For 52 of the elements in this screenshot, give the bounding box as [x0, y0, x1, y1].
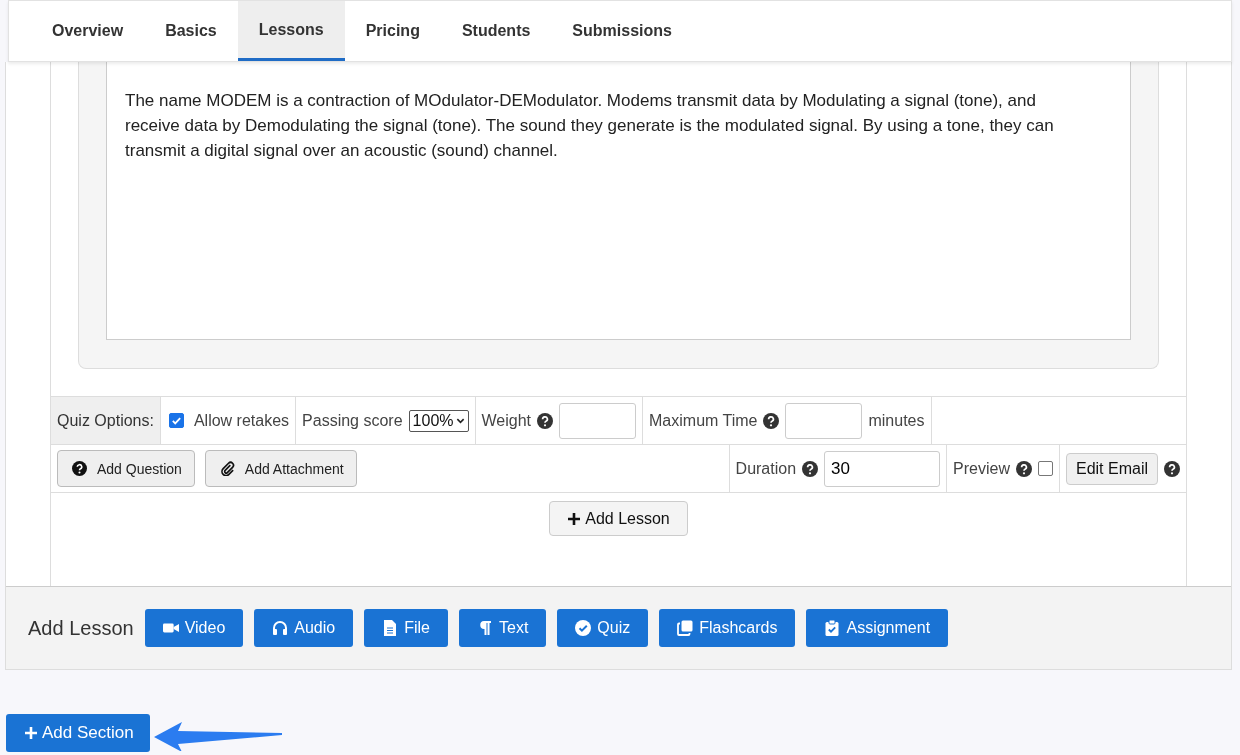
- audio-lesson-button[interactable]: Audio: [254, 609, 354, 647]
- question-icon: [72, 461, 87, 476]
- check-circle-icon: [575, 620, 592, 636]
- file-icon: [382, 620, 399, 636]
- check-icon: [170, 415, 182, 426]
- passing-score-label: Passing score: [302, 411, 403, 430]
- quiz-lesson-button[interactable]: Quiz: [557, 609, 649, 647]
- preview-checkbox[interactable]: [1037, 461, 1053, 476]
- plus-icon: [24, 726, 38, 740]
- cards-icon: [677, 620, 694, 636]
- minutes-label: minutes: [868, 411, 925, 430]
- maximum-time-label: Maximum Time: [649, 411, 758, 430]
- tab[interactable]: Pricing: [344, 1, 441, 61]
- paragraph-icon: [477, 620, 493, 636]
- add-question-button[interactable]: Add Question: [57, 450, 195, 487]
- add-attachment-button[interactable]: Add Attachment: [204, 450, 357, 487]
- video-lesson-button[interactable]: Video: [144, 609, 244, 647]
- help-icon[interactable]: [1164, 460, 1180, 477]
- weight-input[interactable]: [559, 402, 637, 439]
- add-lesson-label: Add Lesson: [28, 616, 134, 640]
- weight-label: Weight: [481, 411, 532, 430]
- tab[interactable]: Submissions: [551, 1, 693, 61]
- paragraph: The name MODEM is a contraction of MOdulator-DEModulator. Modems transmit data by Modulating a signal (tone), and receive data by Demodulating the signal (tone). The sound they generate is the modulated signal. By using a tone, they can transmit a digital signal over an acoustic (sound) channel.: [125, 90, 1055, 162]
- tab[interactable]: Lessons: [237, 1, 345, 61]
- tab[interactable]: Overview: [31, 1, 145, 61]
- text-lesson-button[interactable]: Text: [459, 609, 547, 647]
- quiz-options-label: Quiz Options:: [51, 397, 161, 444]
- tab[interactable]: Students: [440, 1, 552, 61]
- preview-label: Preview: [953, 459, 1010, 478]
- allow-retakes-label: Allow retakes: [193, 411, 290, 430]
- flashcards-lesson-button[interactable]: Flashcards: [659, 609, 796, 647]
- arrow-icon: [153, 721, 284, 751]
- help-icon[interactable]: [537, 412, 554, 429]
- paperclip-icon: [219, 461, 235, 476]
- tab[interactable]: Basics: [144, 1, 238, 61]
- assignment-lesson-button[interactable]: Assignment: [806, 609, 949, 647]
- add-section-button[interactable]: Add Section: [6, 714, 150, 752]
- help-icon[interactable]: [1015, 460, 1032, 477]
- duration-input[interactable]: 30: [824, 450, 941, 487]
- plus-icon: [567, 511, 582, 526]
- edit-email-button[interactable]: Edit Email: [1065, 452, 1158, 485]
- allow-retakes-checkbox[interactable]: [168, 413, 184, 428]
- passing-score-select[interactable]: 100%: [408, 409, 469, 432]
- clipboard-icon: [824, 620, 841, 636]
- maximum-time-input[interactable]: [785, 402, 863, 439]
- help-icon[interactable]: [763, 412, 780, 429]
- add-lesson-button[interactable]: Add Lesson: [549, 501, 688, 536]
- file-lesson-button[interactable]: File: [364, 609, 448, 647]
- caret-icon: [455, 416, 465, 425]
- help-icon[interactable]: [802, 460, 819, 477]
- headphones-icon: [272, 620, 289, 636]
- duration-label: Duration: [735, 459, 797, 478]
